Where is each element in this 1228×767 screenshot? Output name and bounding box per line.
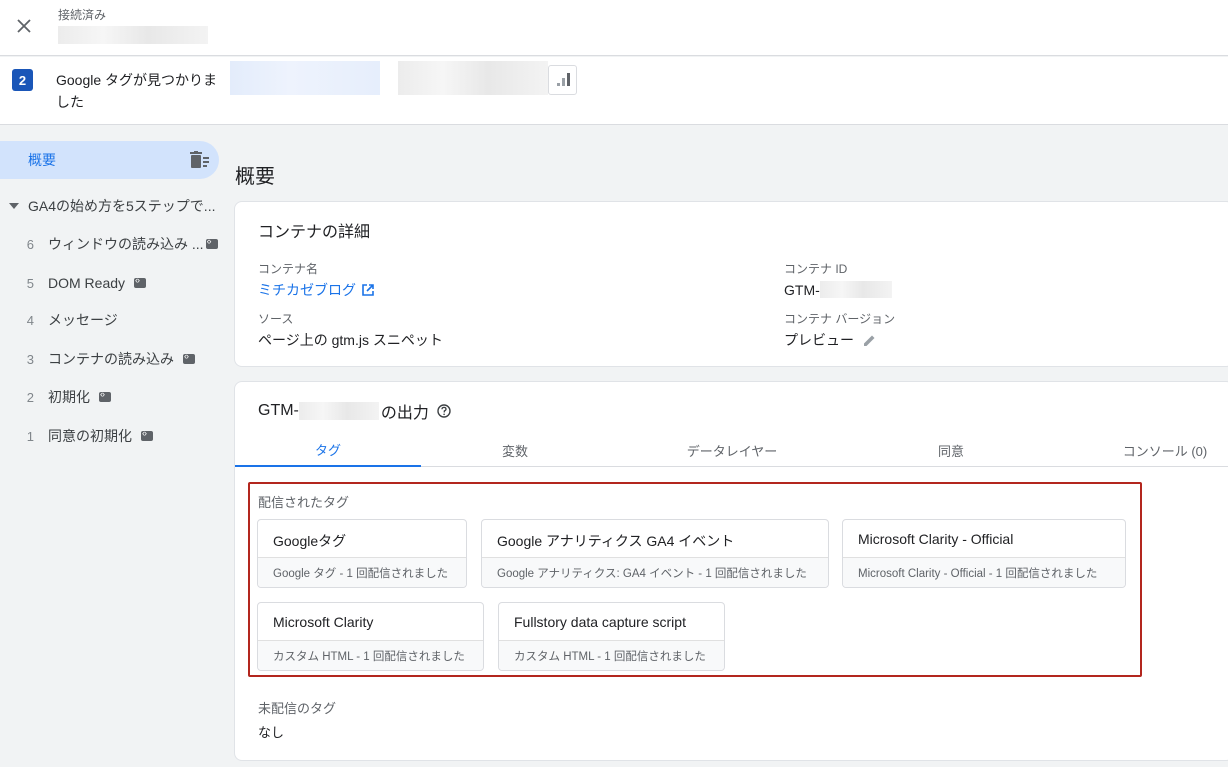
tab-consent[interactable]: 同意 [855,434,1047,467]
output-title: GTM- の出力 [258,399,451,423]
tag-fire-count: カスタム HTML - 1 回配信されました [258,640,483,670]
page-title: 概要 [235,166,275,188]
tag-name: Microsoft Clarity [273,614,374,630]
redacted-tag-id [230,61,380,95]
close-button[interactable] [10,12,38,40]
fired-tag-card[interactable]: Microsoft Clarity カスタム HTML - 1 回配信されました [257,602,484,671]
clear-list-icon[interactable] [190,151,210,169]
event-label: DOM Ready [48,275,126,291]
sidebar-event-item[interactable]: 4 メッセージ [0,308,118,332]
container-name-link[interactable]: ミチカゼブログ [258,280,375,300]
not-fired-tags-label: 未配信のタグ [258,701,337,716]
edit-pencil-icon[interactable] [863,334,876,347]
tab-data-layer[interactable]: データレイヤー [609,434,855,467]
event-label: コンテナの読み込み [48,351,174,367]
redacted-output-id [298,402,379,420]
event-number: 4 [26,312,34,328]
code-icon [183,351,195,364]
tag-fire-count: Google アナリティクス: GA4 イベント - 1 回配信されました [482,557,828,587]
source-label: ソース [258,312,294,326]
redacted-tag-name [398,61,548,95]
container-id-value: GTM- [784,281,892,298]
tab-tags[interactable]: タグ [235,434,421,467]
signal-button[interactable] [548,65,577,95]
event-number: 6 [26,236,34,252]
sidebar-event-item[interactable]: 5 DOM Ready [0,271,147,295]
code-icon [134,275,147,288]
fired-tag-card[interactable]: Google アナリティクス GA4 イベント Google アナリティクス: … [481,519,829,588]
caret-down-icon [0,203,28,209]
tag-fire-count: カスタム HTML - 1 回配信されました [499,640,724,670]
event-number: 1 [26,428,34,444]
container-details-card: コンテナの詳細 コンテナ名 ミチカゼブログ コンテナ ID GTM- ソース ペ… [234,201,1228,367]
not-fired-tags-value: なし [258,725,285,740]
redacted-container-id [819,281,892,298]
sidebar-event-item[interactable]: 6 ウィンドウの読み込み ... [0,232,218,256]
event-number: 3 [26,351,34,367]
sidebar-item-label: 概要 [28,152,56,168]
open-external-icon [362,284,374,296]
event-number: 5 [26,275,34,291]
code-icon [205,236,218,249]
container-id-label: コンテナ ID [784,262,848,276]
help-icon[interactable] [437,404,451,418]
event-number: 2 [26,389,34,405]
code-icon [99,389,111,402]
sidebar-container-item[interactable]: GA4の始め方を5ステップで... [0,196,215,216]
card-title: コンテナの詳細 [258,224,371,241]
event-label: メッセージ [48,312,118,328]
sidebar-item-overview[interactable]: 概要 [0,141,219,179]
sidebar-event-item[interactable]: 2 初期化 [0,385,111,409]
sidebar-event-item[interactable]: 1 同意の初期化 [0,424,153,448]
close-icon [17,19,31,33]
container-version-value: プレビュー [784,330,876,350]
output-tabs: タグ 変数 データレイヤー 同意 コンソール (0) [235,434,1228,467]
event-label: ウィンドウの読み込み ... [48,236,204,252]
top-bar: 接続済み [0,0,1228,56]
event-label: 同意の初期化 [48,428,132,444]
connection-status: 接続済み [58,8,107,22]
tag-fire-count: Microsoft Clarity - Official - 1 回配信されまし… [843,557,1125,587]
sidebar: 概要 GA4の始め方を5ステップで... 6 ウィンドウの読み込み ... 5 … [0,126,222,767]
tag-name: Googleタグ [273,533,347,549]
sidebar-container-label: GA4の始め方を5ステップで... [28,198,216,214]
tag-count-badge: 2 [12,69,33,91]
fired-tag-card[interactable]: Microsoft Clarity - Official Microsoft C… [842,519,1126,588]
code-icon [141,428,153,441]
tab-console[interactable]: コンソール (0) [1115,434,1215,467]
fired-tag-card[interactable]: Fullstory data capture script カスタム HTML … [498,602,725,671]
tag-name: Google アナリティクス GA4 イベント [497,533,735,549]
container-version-label: コンテナ バージョン [784,312,896,326]
summary-title: Google タグが見つかりました [56,72,218,110]
summary-bar: 2 Google タグが見つかりました [0,57,1228,125]
tag-name: Microsoft Clarity - Official [858,531,1014,547]
redacted-url [58,26,208,44]
tab-variables[interactable]: 変数 [421,434,609,467]
tag-fire-count: Google タグ - 1 回配信されました [258,557,466,587]
sidebar-event-item[interactable]: 3 コンテナの読み込み [0,347,195,371]
fired-tags-label: 配信されたタグ [258,495,350,510]
source-value: ページ上の gtm.js スニペット [258,332,443,348]
container-name-label: コンテナ名 [258,262,319,276]
tag-name: Fullstory data capture script [514,614,686,630]
signal-bars-icon [556,73,570,86]
fired-tag-card[interactable]: Googleタグ Google タグ - 1 回配信されました [257,519,467,588]
event-label: 初期化 [48,389,90,405]
